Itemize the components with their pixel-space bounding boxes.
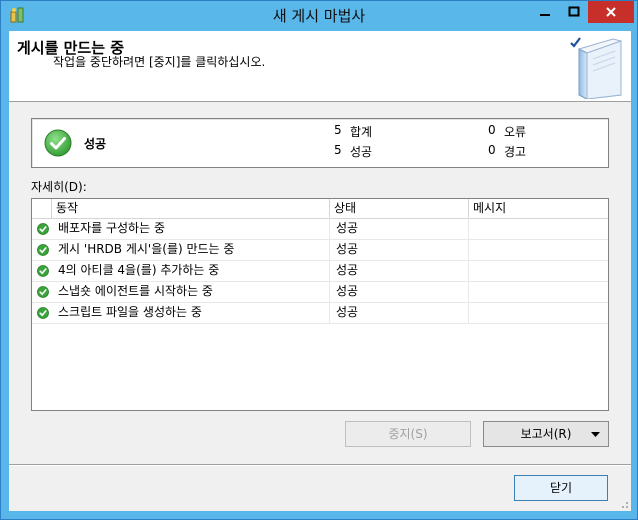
maximize-icon <box>568 6 580 17</box>
error-label: 오류 <box>504 125 527 139</box>
resize-grip-icon[interactable] <box>619 499 629 509</box>
success-label: 성공 <box>350 145 373 159</box>
row-status: 성공 <box>330 260 469 281</box>
row-status: 성공 <box>330 218 469 239</box>
dropdown-arrow-icon <box>591 432 600 437</box>
row-action: 게시 'HRDB 게시'을(를) 만드는 중 <box>52 239 330 260</box>
column-header-message[interactable]: 메시지 <box>469 199 608 218</box>
success-icon <box>37 244 49 256</box>
details-grid[interactable]: 동작 상태 메시지 배포자를 구성하는 중 성공 게시 'HRDB 게시'을(를… <box>31 198 609 411</box>
grid-header-icon-column <box>32 199 52 218</box>
grid-header: 동작 상태 메시지 <box>32 199 608 219</box>
column-header-status[interactable]: 상태 <box>330 199 469 218</box>
wizard-header: 게시를 만드는 중 작업을 중단하려면 [중지]를 클릭하십시오. <box>9 31 631 102</box>
publication-book-icon <box>570 37 622 99</box>
success-icon <box>37 307 49 319</box>
stop-button[interactable]: 중지(S) <box>345 421 471 447</box>
table-row[interactable]: 배포자를 구성하는 중 성공 <box>32 218 608 240</box>
close-icon <box>606 7 616 17</box>
success-check-icon <box>44 129 72 157</box>
page-subtitle: 작업을 중단하려면 [중지]를 클릭하십시오. <box>53 55 266 69</box>
success-count: 5 <box>334 143 342 157</box>
report-button[interactable]: 보고서(R) <box>483 421 609 447</box>
warning-count: 0 <box>488 143 496 157</box>
success-icon <box>37 286 49 298</box>
close-button[interactable]: 닫기 <box>514 475 608 501</box>
summary-status: 성공 <box>84 137 107 151</box>
warning-label: 경고 <box>504 145 527 159</box>
table-row[interactable]: 스냅숏 에이전트를 시작하는 중 성공 <box>32 281 608 303</box>
details-label: 자세히(D): <box>31 180 87 194</box>
row-status: 성공 <box>330 239 469 260</box>
footer-divider-highlight <box>9 465 631 466</box>
column-header-action[interactable]: 동작 <box>52 199 330 218</box>
total-count: 5 <box>334 123 342 137</box>
table-row[interactable]: 4의 아티클 4을(를) 추가하는 중 성공 <box>32 260 608 282</box>
row-action: 배포자를 구성하는 중 <box>52 218 330 239</box>
report-button-label: 보고서(R) <box>520 427 572 441</box>
row-action: 4의 아티클 4을(를) 추가하는 중 <box>52 260 330 281</box>
success-icon <box>37 223 49 235</box>
row-message <box>469 239 608 260</box>
close-window-button[interactable] <box>588 1 634 23</box>
row-message <box>469 281 608 302</box>
wizard-client-area: 게시를 만드는 중 작업을 중단하려면 [중지]를 클릭하십시오. 성공 5 합… <box>9 31 631 511</box>
row-message <box>469 260 608 281</box>
summary-panel: 성공 5 합계 5 성공 0 오류 0 경고 <box>31 118 609 168</box>
total-label: 합계 <box>350 125 373 139</box>
success-icon <box>37 265 49 277</box>
wizard-window: 새 게시 마법사 게시를 만드는 중 작업을 중단하려면 [중지]를 클릭하십시… <box>0 0 638 520</box>
maximize-button[interactable] <box>560 1 588 23</box>
row-message <box>469 302 608 323</box>
row-action: 스크립트 파일을 생성하는 중 <box>52 302 330 323</box>
row-status: 성공 <box>330 281 469 302</box>
row-action: 스냅숏 에이전트를 시작하는 중 <box>52 281 330 302</box>
error-count: 0 <box>488 123 496 137</box>
table-row[interactable]: 게시 'HRDB 게시'을(를) 만드는 중 성공 <box>32 239 608 261</box>
row-status: 성공 <box>330 302 469 323</box>
title-bar[interactable]: 새 게시 마법사 <box>1 1 637 31</box>
minimize-icon <box>540 14 550 16</box>
minimize-button[interactable] <box>531 1 559 23</box>
row-message <box>469 218 608 239</box>
table-row[interactable]: 스크립트 파일을 생성하는 중 성공 <box>32 302 608 324</box>
